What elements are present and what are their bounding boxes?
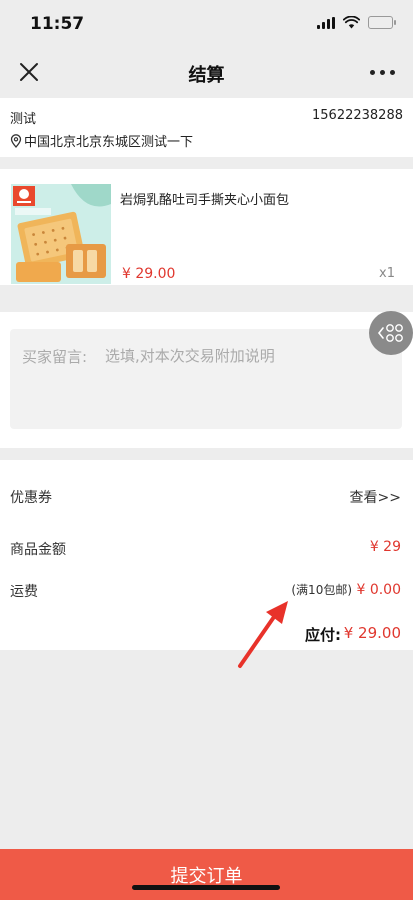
product-quantity: x1	[379, 266, 395, 281]
status-bar: 11:57	[0, 0, 413, 48]
product-image	[11, 184, 111, 284]
coupon-label: 优惠券	[10, 490, 52, 506]
recipient-phone: 15622238288	[312, 108, 403, 123]
total-label: 应付:	[305, 626, 341, 644]
address-card[interactable]: 测试 15622238288 中国北京北京东城区测试一下	[0, 98, 413, 157]
note-card: 买家留言:	[0, 312, 413, 448]
total-value: ¥ 29.00	[343, 624, 401, 642]
shipping-value: ¥ 0.00	[356, 582, 401, 598]
more-icon[interactable]	[370, 70, 395, 75]
coupon-view-link[interactable]: 查看>>	[350, 487, 401, 507]
annotation-arrow-icon	[238, 601, 288, 668]
product-card: 岩焗乳酪吐司手撕夹心小面包 x1	[0, 169, 413, 285]
goods-amount-label: 商品金额	[10, 542, 66, 558]
status-time: 11:57	[30, 14, 85, 34]
product-name: 岩焗乳酪吐司手撕夹心小面包	[120, 193, 290, 208]
product-price: ¥ 29.00	[122, 266, 176, 282]
order-summary: 优惠券 查看>> 商品金额 ¥ 29 运费 (满10包邮) ¥ 0.00 应付:…	[0, 460, 413, 650]
shipping-row-value: (满10包邮) ¥ 0.00	[291, 581, 401, 598]
nav-bar: 结算	[0, 48, 413, 98]
signal-icon	[317, 16, 335, 29]
recipient-name: 测试	[10, 112, 37, 127]
location-pin-icon	[10, 133, 22, 148]
note-label: 买家留言:	[22, 348, 88, 366]
address-line: 中国北京北京东城区测试一下	[10, 131, 193, 150]
goods-amount-value: ¥ 29	[369, 539, 401, 555]
status-icons	[317, 16, 396, 29]
submit-order-button[interactable]: 提交订单	[0, 849, 413, 900]
note-box: 买家留言:	[10, 329, 402, 429]
floating-menu-button[interactable]	[369, 311, 413, 355]
submit-order-label: 提交订单	[170, 865, 243, 887]
battery-icon	[368, 16, 396, 29]
grid-menu-icon	[377, 324, 403, 342]
page-title: 结算	[188, 65, 225, 86]
home-indicator	[132, 885, 280, 890]
buyer-note-input[interactable]	[105, 341, 395, 371]
shipping-label: 运费	[10, 584, 38, 600]
wifi-icon	[343, 16, 360, 29]
shipping-note: (满10包邮)	[291, 583, 353, 597]
address-detail: 中国北京北京东城区测试一下	[24, 135, 194, 150]
